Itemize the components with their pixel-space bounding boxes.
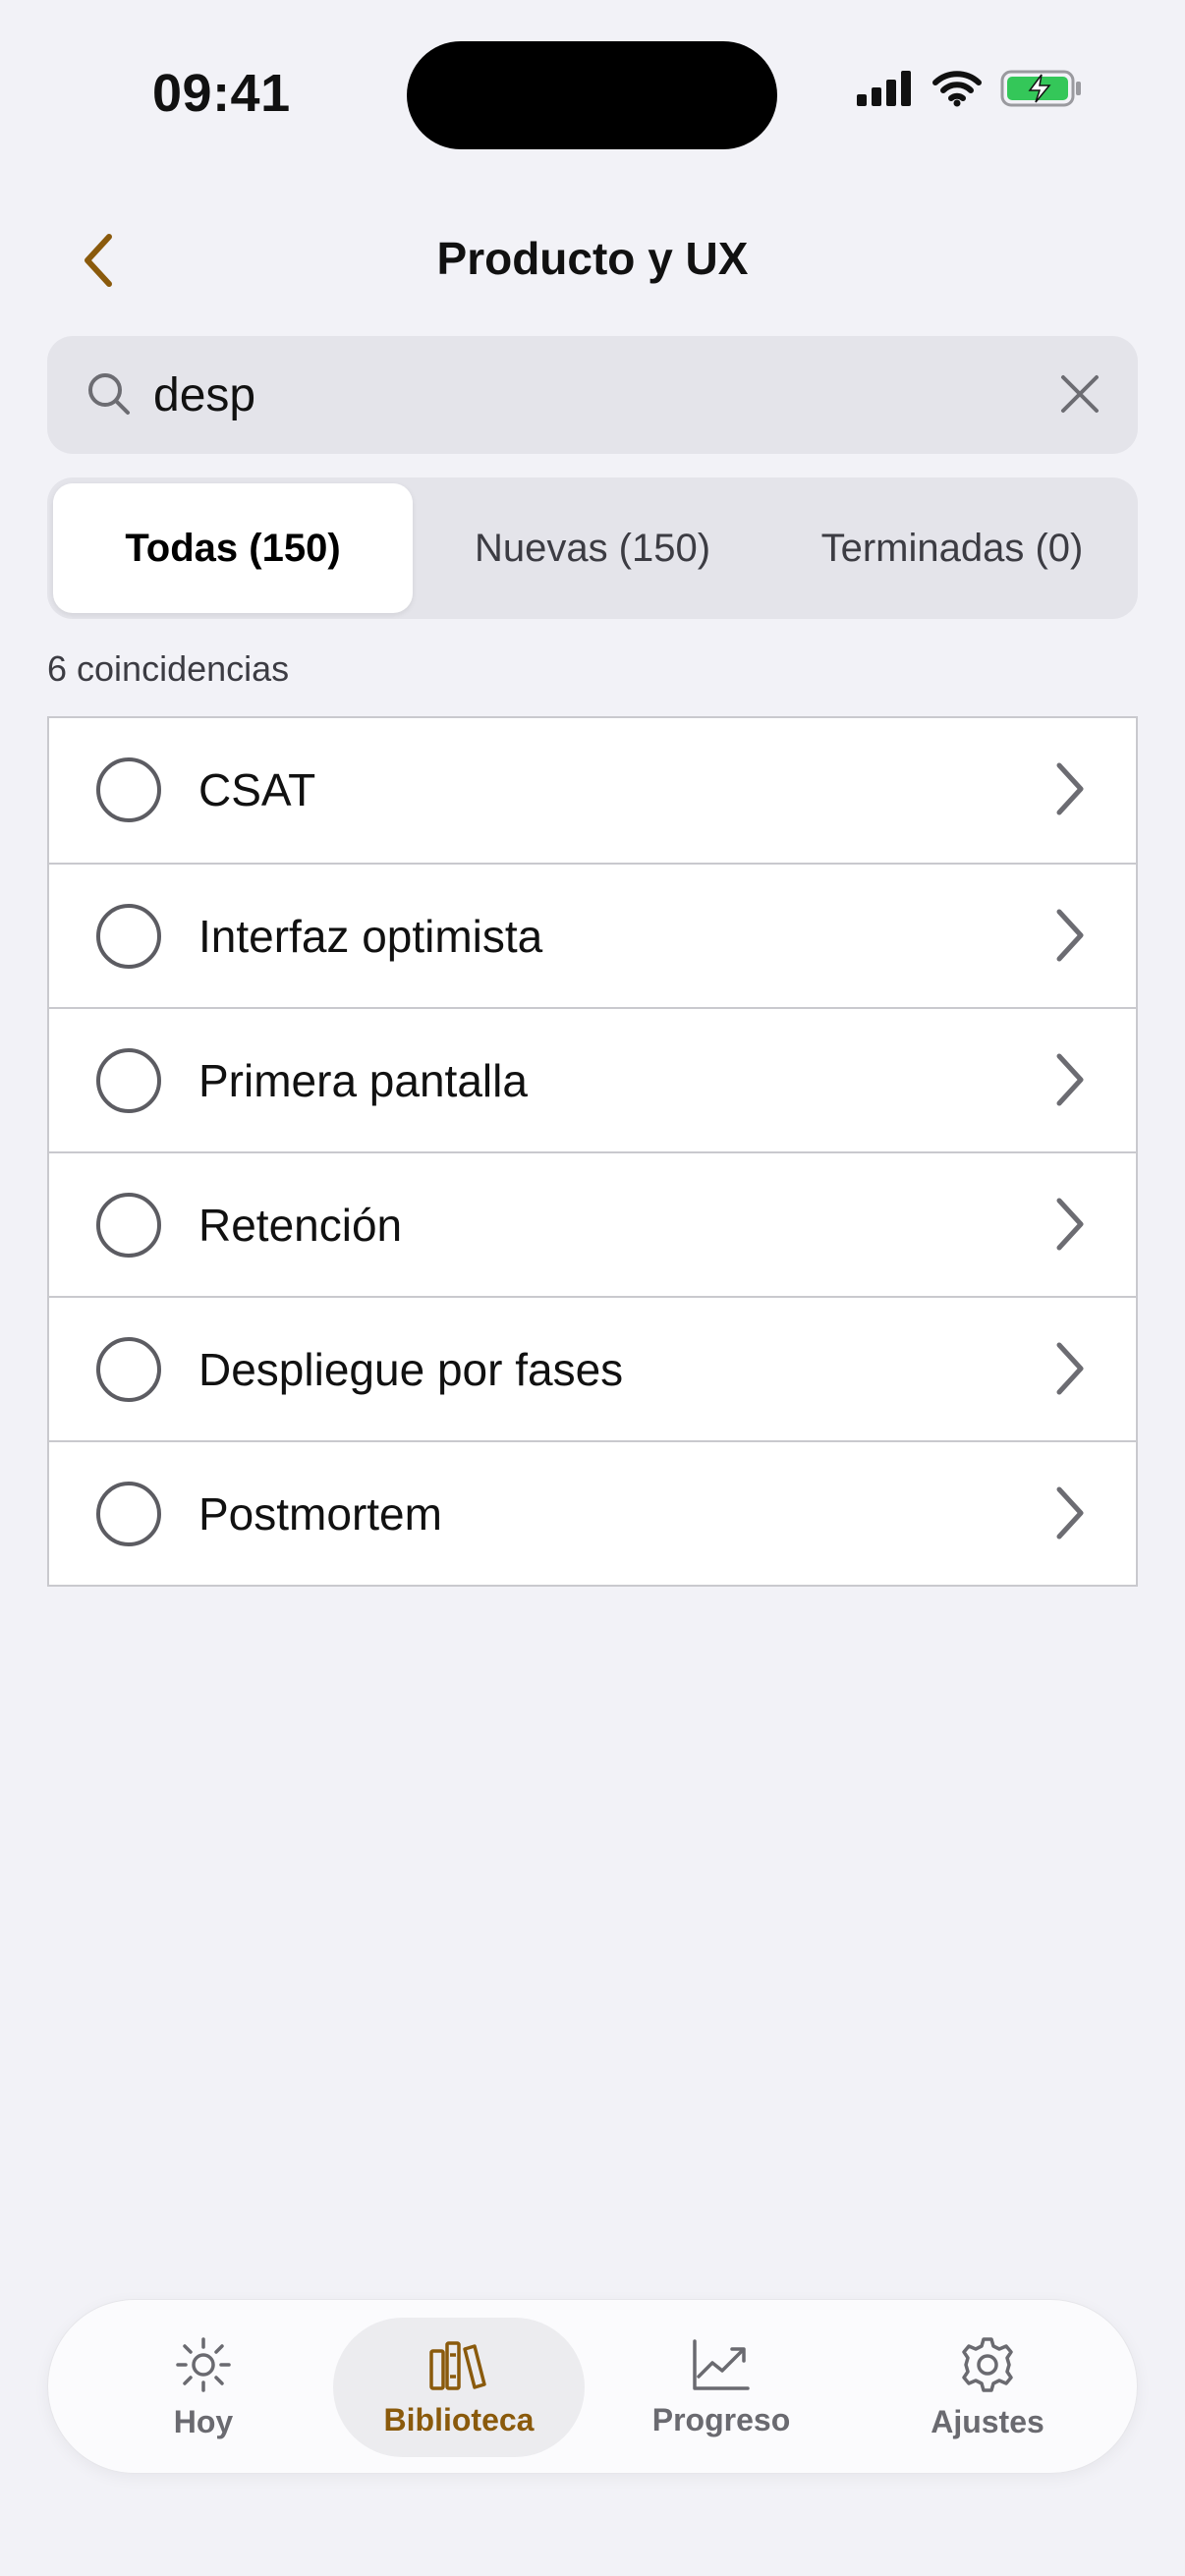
- list-item[interactable]: Despliegue por fases: [49, 1296, 1136, 1440]
- status-icons: [857, 69, 1083, 108]
- tab-label: Biblioteca: [383, 2401, 535, 2437]
- chevron-right-icon: [1056, 1053, 1084, 1106]
- page-title: Producto y UX: [436, 233, 749, 284]
- list-item-label: Postmortem: [198, 1488, 442, 1540]
- chart-icon: [693, 2338, 750, 2390]
- results-list: CSAT Interfaz optimista Primera pantalla…: [47, 716, 1138, 1587]
- status-circle-icon[interactable]: [96, 1337, 161, 1402]
- status-circle-icon[interactable]: [96, 1193, 161, 1258]
- search-icon: [88, 373, 130, 415]
- segment-all[interactable]: Todas (150): [53, 483, 413, 613]
- list-item[interactable]: CSAT: [49, 718, 1136, 863]
- tab-library[interactable]: Biblioteca: [333, 2318, 585, 2457]
- sun-icon: [176, 2336, 231, 2392]
- tab-settings[interactable]: Ajustes: [862, 2318, 1113, 2457]
- tab-label: Ajustes: [931, 2403, 1044, 2439]
- signal-icon: [857, 71, 911, 106]
- tab-label: Progreso: [651, 2401, 791, 2437]
- status-circle-icon[interactable]: [96, 757, 161, 822]
- search-bar[interactable]: [47, 336, 1138, 454]
- list-item-label: CSAT: [198, 764, 316, 815]
- chevron-right-icon: [1056, 1342, 1084, 1395]
- segment-finished[interactable]: Terminadas (0): [772, 483, 1132, 613]
- tab-today[interactable]: Hoy: [78, 2318, 329, 2457]
- list-item-label: Retención: [198, 1200, 403, 1251]
- status-circle-icon[interactable]: [96, 1048, 161, 1113]
- gear-icon: [962, 2336, 1013, 2392]
- books-icon: [429, 2340, 486, 2390]
- chevron-right-icon: [1056, 909, 1084, 962]
- list-item-label: Despliegue por fases: [198, 1344, 624, 1395]
- dynamic-island: [407, 41, 777, 149]
- search-input[interactable]: [153, 358, 1038, 432]
- tab-progress[interactable]: Progreso: [595, 2318, 847, 2457]
- tab-label: Hoy: [173, 2403, 234, 2439]
- list-item-label: Interfaz optimista: [198, 911, 543, 962]
- list-item[interactable]: Retención: [49, 1151, 1136, 1296]
- status-time: 09:41: [152, 64, 291, 123]
- segment-new[interactable]: Nuevas (150): [413, 483, 772, 613]
- screen: 09:41 Producto y UX desp Todas (150) Nue…: [0, 0, 1185, 2576]
- battery-charging-icon: [1000, 70, 1081, 107]
- clear-search-icon[interactable]: [1055, 369, 1104, 419]
- match-count: 6 coincidencias: [47, 648, 290, 689]
- list-item[interactable]: Interfaz optimista: [49, 863, 1136, 1007]
- list-item-label: Primera pantalla: [198, 1055, 528, 1106]
- wifi-icon: [932, 71, 982, 107]
- filter-segmented-control: Todas (150) Nuevas (150) Terminadas (0): [47, 477, 1138, 619]
- tab-bar: Hoy Biblioteca Progreso Ajustes: [47, 2299, 1138, 2474]
- chevron-right-icon: [1056, 762, 1084, 815]
- chevron-right-icon: [1056, 1486, 1084, 1540]
- list-item[interactable]: Primera pantalla: [49, 1007, 1136, 1151]
- list-item[interactable]: Postmortem: [49, 1440, 1136, 1585]
- status-circle-icon[interactable]: [96, 904, 161, 969]
- chevron-right-icon: [1056, 1198, 1084, 1251]
- status-circle-icon[interactable]: [96, 1482, 161, 1546]
